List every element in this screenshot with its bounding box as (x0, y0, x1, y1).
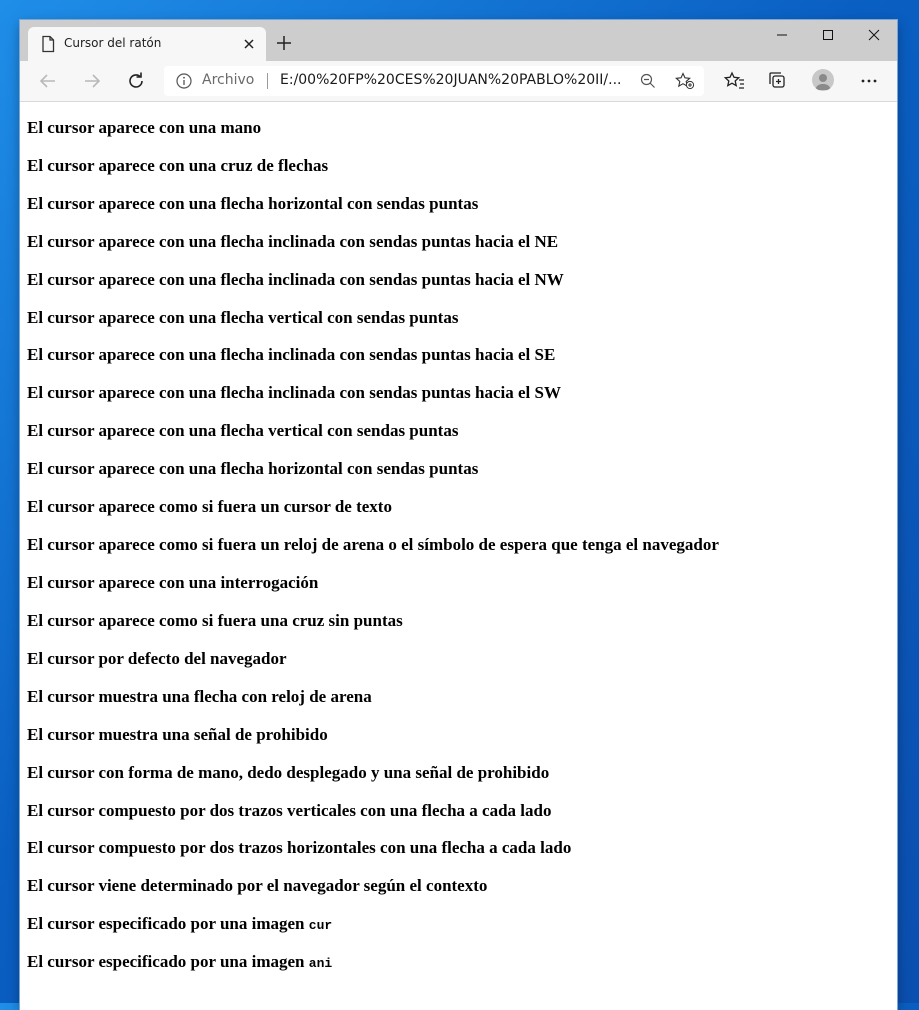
line-text: El cursor aparece con una flecha horizon… (27, 194, 479, 213)
favorites-icon[interactable] (722, 69, 746, 93)
line-text: El cursor aparece con una flecha vertica… (27, 421, 459, 440)
address-url[interactable]: E:/00%20FP%20CES%20JUAN%20PABLO%20II/... (280, 72, 621, 88)
tab-bar: Cursor del ratón (20, 20, 897, 61)
profile-avatar[interactable] (812, 69, 834, 91)
cursor-line-15: El cursor por defecto del navegador (27, 649, 287, 669)
line-text: El cursor muestra una señal de prohibido (27, 725, 328, 744)
line-text: El cursor aparece con una cruz de flecha… (27, 156, 329, 175)
close-window-button[interactable] (851, 20, 897, 50)
browser-window: Cursor del ratón Archivo E:/00%20FP%20CE… (20, 20, 897, 1010)
minimize-button[interactable] (759, 20, 805, 50)
address-bar[interactable]: Archivo E:/00%20FP%20CES%20JUAN%20PABLO%… (164, 66, 704, 96)
cursor-line-13: El cursor aparece con una interrogación (27, 573, 318, 593)
cursor-line-19: El cursor compuesto por dos trazos verti… (27, 801, 551, 821)
cursor-line-14: El cursor aparece como si fuera una cruz… (27, 611, 403, 631)
address-separator (267, 73, 268, 89)
cursor-line-1: El cursor aparece con una mano (27, 118, 261, 138)
line-text: El cursor compuesto por dos trazos verti… (27, 801, 552, 820)
page-icon (42, 35, 55, 53)
cursor-line-2: El cursor aparece con una cruz de flecha… (27, 156, 328, 176)
reload-icon[interactable] (124, 69, 148, 93)
line-text: El cursor aparece con una mano (27, 118, 262, 137)
back-icon[interactable] (36, 69, 60, 93)
line-text: El cursor aparece como si fuera un curso… (27, 497, 392, 516)
close-tab-icon[interactable] (241, 36, 257, 52)
cursor-line-16: El cursor muestra una flecha con reloj d… (27, 687, 372, 707)
tab-active[interactable]: Cursor del ratón (28, 27, 266, 61)
cursor-line-8: El cursor aparece con una flecha inclina… (27, 383, 561, 403)
more-options-icon[interactable] (857, 69, 881, 93)
line-text: El cursor aparece con una flecha inclina… (27, 232, 559, 251)
cursor-line-7: El cursor aparece con una flecha inclina… (27, 345, 555, 365)
line-text: El cursor aparece con una flecha horizon… (27, 459, 479, 478)
code-value: ani (308, 956, 333, 971)
add-favorite-icon[interactable] (675, 72, 695, 90)
cursor-line-20: El cursor compuesto por dos trazos horiz… (27, 838, 571, 858)
cursor-line-21: El cursor viene determinado por el naveg… (27, 876, 487, 896)
cursor-line-6: El cursor aparece con una flecha vertica… (27, 308, 458, 328)
new-tab-icon[interactable] (276, 35, 292, 51)
maximize-icon (823, 30, 833, 40)
minimize-icon (777, 34, 787, 36)
cursor-line-5: El cursor aparece con una flecha inclina… (27, 270, 564, 290)
cursor-line-17: El cursor muestra una señal de prohibido (27, 725, 328, 745)
collections-icon[interactable] (766, 69, 790, 93)
line-text: El cursor aparece con una flecha inclina… (27, 383, 561, 402)
maximize-button[interactable] (805, 20, 851, 50)
cursor-line-10: El cursor aparece con una flecha horizon… (27, 459, 478, 479)
cursor-line-12: El cursor aparece como si fuera un reloj… (27, 535, 719, 555)
line-text: El cursor aparece con una flecha inclina… (27, 270, 564, 289)
forward-icon[interactable] (80, 69, 104, 93)
code-value: cur (308, 918, 333, 933)
line-text: El cursor aparece con una flecha inclina… (27, 345, 556, 364)
cursor-line-23: El cursor especificado por una imagen an… (27, 952, 332, 972)
cursor-line-22: El cursor especificado por una imagen cu… (27, 914, 332, 934)
line-text: El cursor especificado por una imagen (27, 914, 309, 933)
cursor-line-9: El cursor aparece con una flecha vertica… (27, 421, 458, 441)
line-text: El cursor con forma de mano, dedo desple… (27, 763, 550, 782)
cursor-line-18: El cursor con forma de mano, dedo desple… (27, 763, 549, 783)
line-text: El cursor compuesto por dos trazos horiz… (27, 838, 572, 857)
line-text: El cursor aparece con una flecha vertica… (27, 308, 459, 327)
line-text: El cursor muestra una flecha con reloj d… (27, 687, 372, 706)
line-text: El cursor por defecto del navegador (27, 649, 287, 668)
info-icon[interactable] (176, 73, 192, 89)
line-text: El cursor viene determinado por el naveg… (27, 876, 488, 895)
profile-icon (815, 74, 831, 90)
toolbar: Archivo E:/00%20FP%20CES%20JUAN%20PABLO%… (20, 61, 897, 102)
line-text: El cursor aparece como si fuera un reloj… (27, 535, 719, 554)
cursor-line-3: El cursor aparece con una flecha horizon… (27, 194, 478, 214)
cursor-line-4: El cursor aparece con una flecha inclina… (27, 232, 558, 252)
line-text: El cursor especificado por una imagen (27, 952, 309, 971)
cursor-line-11: El cursor aparece como si fuera un curso… (27, 497, 392, 517)
tab-title: Cursor del ratón (64, 36, 162, 50)
address-protocol: Archivo (202, 72, 255, 88)
line-text: El cursor aparece con una interrogación (27, 573, 319, 592)
close-icon (868, 29, 880, 41)
line-text: El cursor aparece como si fuera una cruz… (27, 611, 403, 630)
zoom-out-icon[interactable] (640, 73, 656, 89)
page-content: El cursor aparece con una mano El cursor… (20, 102, 897, 1002)
